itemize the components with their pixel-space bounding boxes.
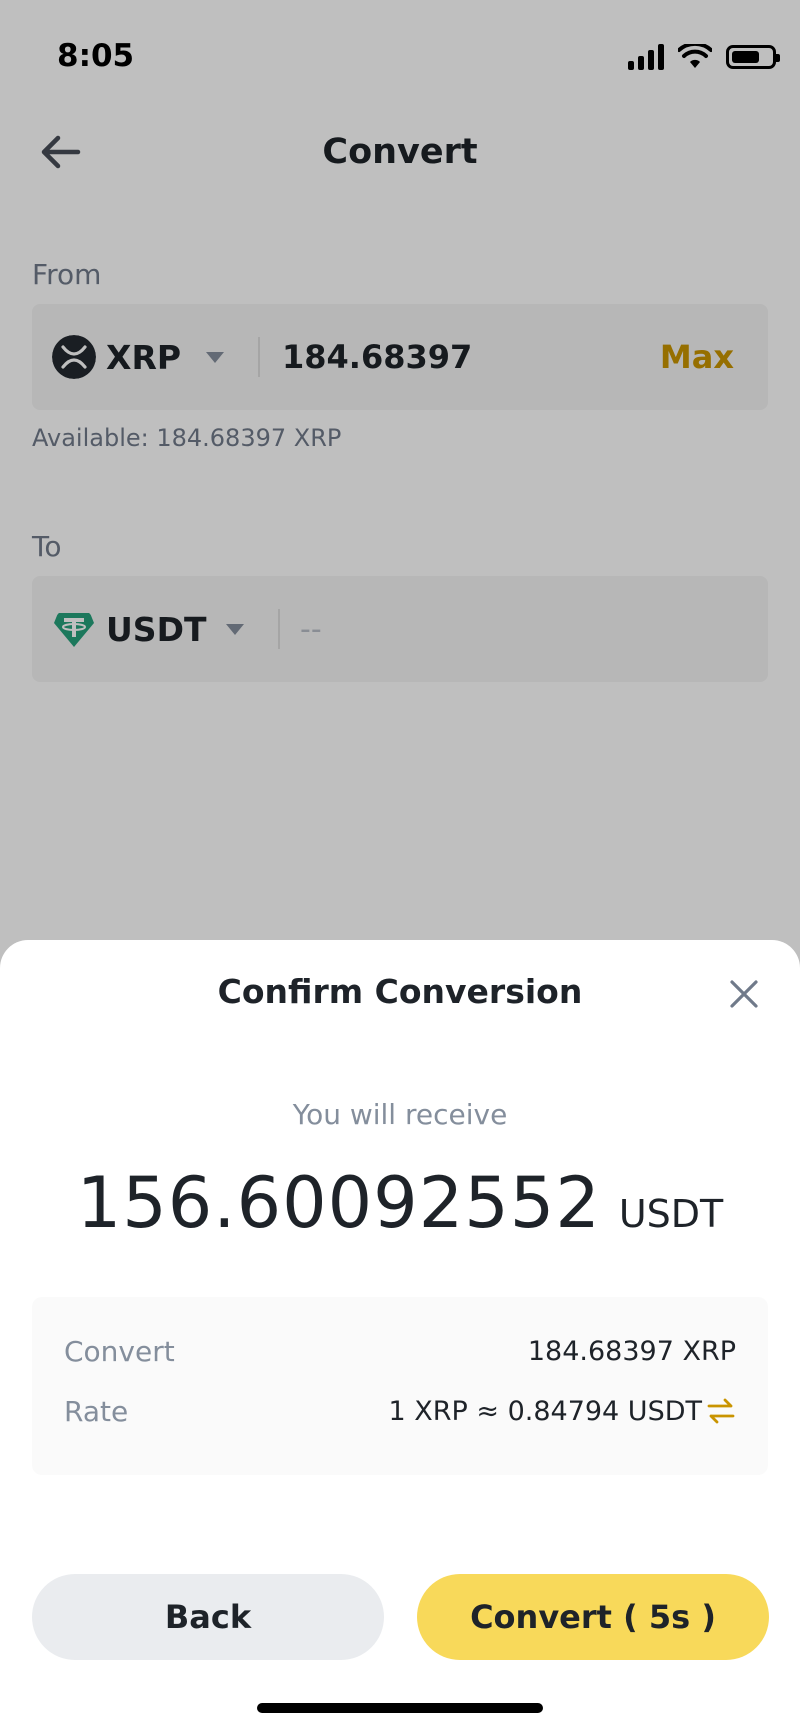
receive-amount-row: 156.60092552 USDT [0, 1162, 800, 1244]
back-button[interactable]: Back [32, 1574, 384, 1660]
receive-amount: 156.60092552 [76, 1162, 601, 1244]
home-indicator [257, 1703, 543, 1713]
sheet-title: Confirm Conversion [217, 972, 583, 1011]
detail-value-wrap: 1 XRP ≈ 0.84794 USDT [388, 1396, 736, 1427]
detail-row-convert: Convert 184.68397 XRP [64, 1331, 736, 1371]
close-icon[interactable] [728, 978, 760, 1010]
receive-label: You will receive [292, 1098, 508, 1131]
rate-value: 1 XRP ≈ 0.84794 USDT [388, 1395, 702, 1427]
detail-row-rate: Rate 1 XRP ≈ 0.84794 USDT [64, 1391, 736, 1431]
detail-value: 184.68397 XRP [527, 1335, 736, 1367]
receive-unit: USDT [618, 1192, 724, 1236]
swap-rate-icon[interactable] [706, 1396, 736, 1426]
detail-key: Convert [64, 1334, 175, 1368]
detail-key: Rate [64, 1394, 129, 1428]
confirm-conversion-sheet: Confirm Conversion You will receive 156.… [0, 940, 800, 1732]
convert-button[interactable]: Convert ( 5s ) [417, 1574, 769, 1660]
conversion-details: Convert 184.68397 XRP Rate 1 XRP ≈ 0.847… [32, 1297, 768, 1475]
